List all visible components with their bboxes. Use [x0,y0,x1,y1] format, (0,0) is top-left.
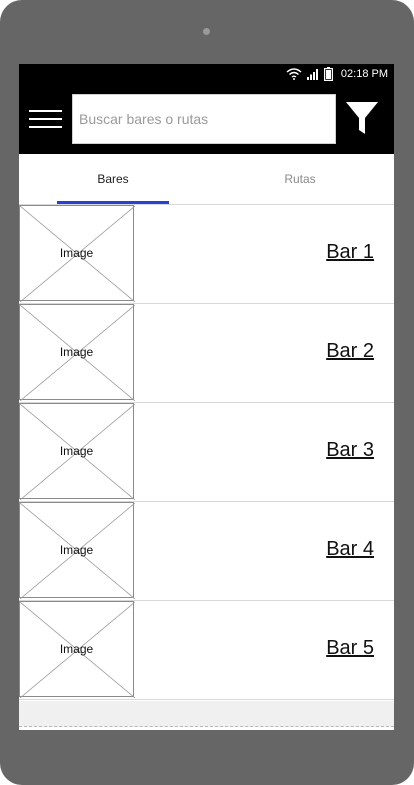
list-item-bar-1[interactable]: Image Bar 1 [19,205,394,304]
wifi-icon [286,68,302,80]
image-placeholder-label: Image [59,246,94,260]
bar-link[interactable]: Bar 5 [326,637,374,660]
active-tab-indicator [57,201,169,204]
signal-icon [306,68,319,80]
image-placeholder-label: Image [59,642,94,656]
tab-rutas-label: Rutas [284,172,316,186]
bar-link[interactable]: Bar 3 [326,439,374,462]
image-placeholder: Image [19,403,135,500]
bar-link[interactable]: Bar 1 [326,241,374,264]
hamburger-menu-icon[interactable] [29,109,62,129]
image-placeholder-label: Image [59,543,94,557]
filter-funnel-icon[interactable] [345,100,379,138]
bottom-strip [19,701,394,727]
camera-dot [203,28,210,35]
image-placeholder-label: Image [59,345,94,359]
list-item-bar-5[interactable]: Image Bar 5 [19,601,394,700]
status-icons: 02:18 PM [286,66,388,82]
tab-rutas[interactable]: Rutas [244,154,356,204]
image-placeholder-label: Image [59,444,94,458]
app-bar [19,84,394,154]
app-screen: 02:18 PM Bares [19,64,394,730]
list-item-bar-4[interactable]: Image Bar 4 [19,502,394,601]
battery-icon [323,67,333,81]
list-item-bar-3[interactable]: Image Bar 3 [19,403,394,502]
image-placeholder: Image [19,304,135,401]
bar-link[interactable]: Bar 4 [326,538,374,561]
tab-bares[interactable]: Bares [57,154,169,204]
image-placeholder: Image [19,601,135,698]
tab-bares-label: Bares [97,172,129,186]
image-placeholder: Image [19,502,135,599]
tablet-device-frame: 02:18 PM Bares [0,0,414,785]
image-placeholder: Image [19,205,135,302]
status-bar: 02:18 PM [19,64,394,84]
list-item-bar-2[interactable]: Image Bar 2 [19,304,394,403]
tab-bar: Bares Rutas [19,154,394,205]
bar-link[interactable]: Bar 2 [326,340,374,363]
search-input[interactable] [72,94,336,144]
status-time: 02:18 PM [340,68,388,80]
